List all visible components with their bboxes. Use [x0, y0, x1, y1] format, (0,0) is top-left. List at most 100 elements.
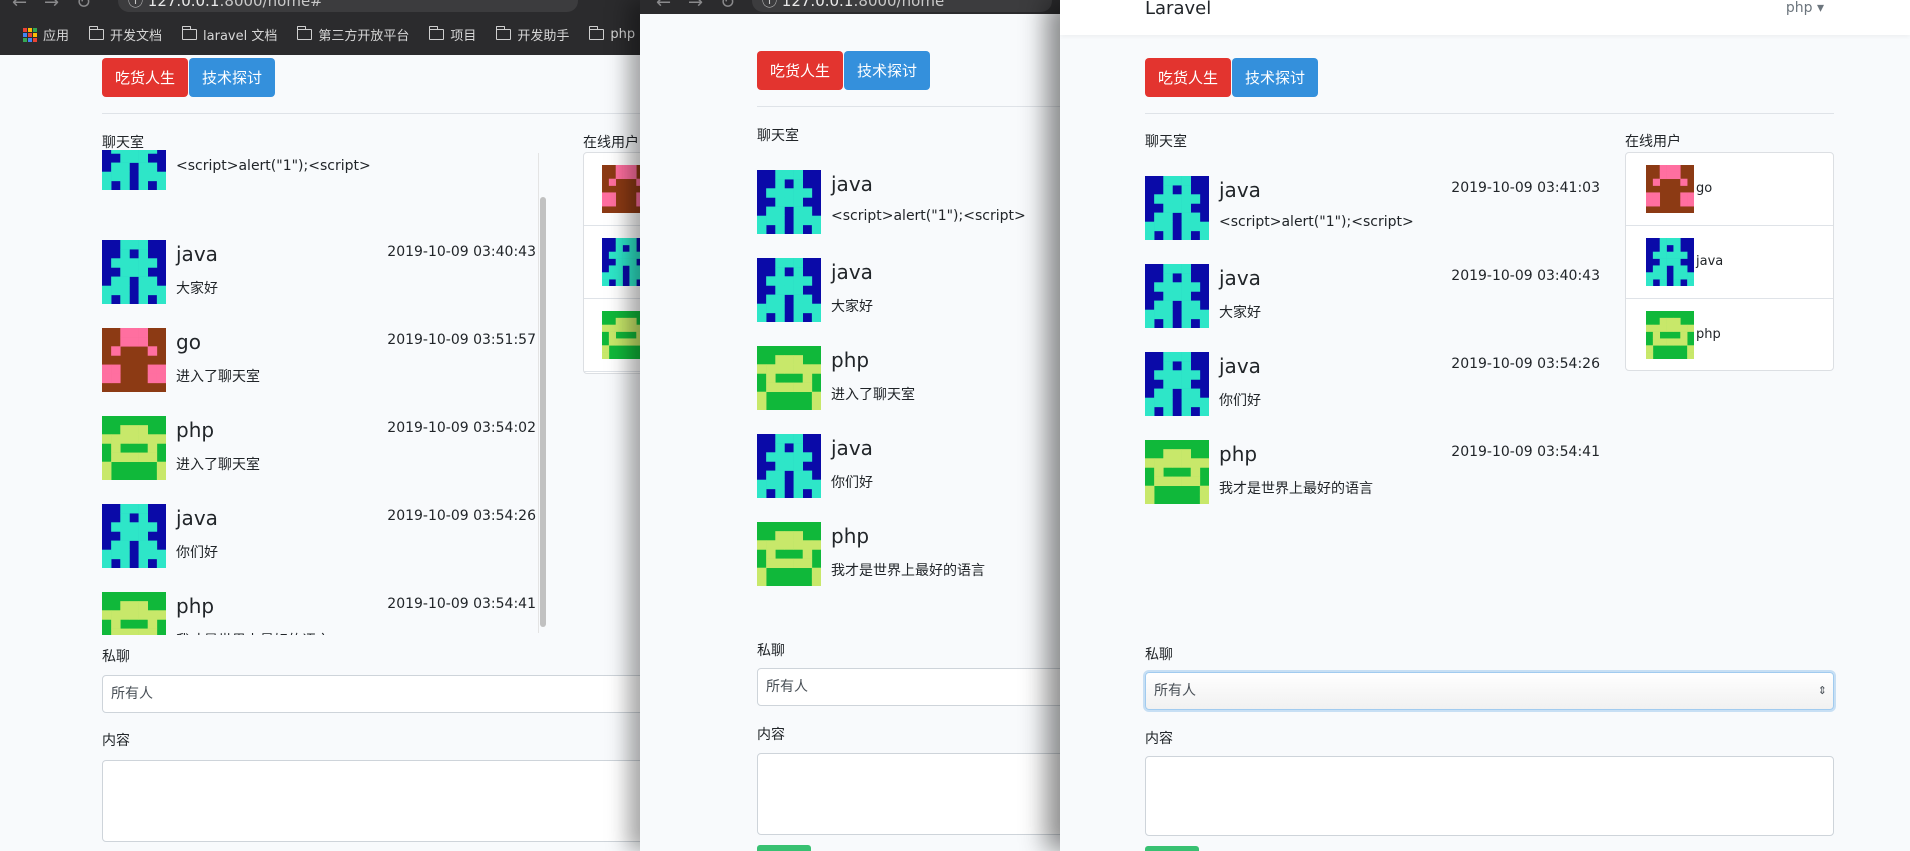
- message-timestamp: 2019-10-09 03:54:02: [387, 420, 536, 436]
- select-spinner-icon: ⇕: [1817, 684, 1827, 697]
- message-text: <script>alert("1");<script>: [1219, 214, 1414, 230]
- bookmark-label: 开发文档: [110, 29, 163, 44]
- bookmark-item[interactable]: 项目: [420, 14, 485, 55]
- online-user-name: php: [1696, 327, 1721, 342]
- message-text: 进入了聊天室: [831, 387, 915, 403]
- online-users-label: 在线用户: [583, 135, 639, 151]
- chat-message: php 我才是世界上最好的语言: [757, 522, 1057, 588]
- message-timestamp: 2019-10-09 03:41:03: [1451, 180, 1600, 196]
- url-path: :8000/home: [853, 0, 945, 10]
- private-chat-label: 私聊: [102, 649, 130, 665]
- bookmark-label: 应用: [43, 29, 70, 44]
- content-textarea[interactable]: [1145, 756, 1834, 836]
- bookmark-item[interactable]: php: [580, 14, 640, 55]
- url-host: 127.0.0.1: [147, 0, 220, 10]
- message-author: php: [831, 524, 870, 548]
- divider: [1145, 113, 1834, 114]
- online-user-item[interactable]: [584, 226, 640, 299]
- online-user-item[interactable]: php: [1626, 299, 1833, 370]
- send-button[interactable]: [757, 845, 811, 851]
- folder-icon: [588, 26, 605, 40]
- private-target-select[interactable]: 所有人 ⇕: [1145, 672, 1834, 710]
- user-avatar: [757, 434, 822, 499]
- content-textarea[interactable]: [757, 753, 1060, 835]
- message-text: 我才是世界上最好的语言: [831, 563, 985, 579]
- chatroom-label: 聊天室: [757, 128, 799, 144]
- online-users-box: go java php: [1625, 152, 1834, 371]
- content-label: 内容: [757, 727, 785, 743]
- site-info-icon[interactable]: ⓘ: [762, 0, 777, 10]
- reload-icon[interactable]: ↻: [76, 0, 91, 13]
- site-info-icon[interactable]: ⓘ: [128, 0, 143, 10]
- chat-message: java 2019-10-09 03:40:43 大家好: [1145, 264, 1600, 330]
- food-life-button[interactable]: 吃货人生: [102, 58, 189, 97]
- forward-arrow-icon[interactable]: →: [688, 0, 703, 13]
- bookmark-label: 开发助手: [517, 29, 570, 44]
- browser-window-right: Laravel php ▾ 吃货人生 技术探讨 聊天室 在线用户 java 201…: [1060, 0, 1910, 851]
- chat-message-list[interactable]: java <script>alert("1");<script> java 大家好 ph…: [757, 170, 1057, 590]
- message-timestamp: 2019-10-09 03:54:41: [387, 596, 536, 612]
- message-timestamp: 2019-10-09 03:54:41: [1451, 444, 1600, 460]
- chat-message: php 2019-10-09 03:54:41 我才是世界上最好的语言: [102, 592, 536, 635]
- chat-message-list[interactable]: <script>alert("1");<script> java 2019-10-0…: [102, 150, 536, 635]
- food-life-button[interactable]: 吃货人生: [1145, 58, 1232, 97]
- private-target-select[interactable]: 所有人: [102, 675, 640, 713]
- user-avatar: [102, 592, 167, 635]
- message-text: 大家好: [831, 299, 873, 315]
- message-text: 进入了聊天室: [176, 457, 260, 473]
- online-user-item[interactable]: [584, 299, 640, 372]
- bookmark-label: laravel 文档: [203, 29, 278, 44]
- online-user-item[interactable]: go: [1626, 153, 1833, 226]
- bookmark-item[interactable]: 开发助手: [487, 14, 578, 55]
- browser-window-middle: ← → ↻ ⓘ 127.0.0.1:8000/home 吃货人生 技术探讨 聊天…: [640, 0, 1060, 851]
- back-arrow-icon[interactable]: ←: [656, 0, 671, 13]
- divider: [102, 113, 640, 114]
- message-timestamp: 2019-10-09 03:40:43: [387, 244, 536, 260]
- bookmark-label: php: [610, 27, 636, 42]
- user-avatar: [602, 311, 640, 360]
- chat-scrollbar-thumb[interactable]: [540, 197, 546, 627]
- chevron-down-icon: ▾: [1816, 0, 1824, 16]
- online-user-item[interactable]: java: [1626, 226, 1833, 299]
- bookmark-item[interactable]: laravel 文档: [173, 14, 286, 55]
- top-navbar: Laravel php ▾: [1060, 0, 1910, 35]
- chat-message: php 2019-10-09 03:54:02 进入了聊天室: [102, 416, 536, 482]
- chat-message: java 大家好: [757, 258, 1057, 324]
- divider: [757, 106, 1060, 107]
- message-text: 大家好: [176, 281, 218, 297]
- message-author: php: [176, 418, 215, 442]
- folder-icon: [181, 26, 198, 40]
- tech-talk-button[interactable]: 技术探讨: [1232, 58, 1319, 97]
- url-path: :8000/home#: [219, 0, 323, 10]
- bookmark-label: 项目: [450, 29, 477, 44]
- tech-talk-button[interactable]: 技术探讨: [844, 51, 931, 90]
- content-textarea[interactable]: [102, 760, 640, 842]
- food-life-button[interactable]: 吃货人生: [757, 51, 844, 90]
- chat-scrollbar[interactable]: [538, 153, 546, 633]
- reload-icon[interactable]: ↻: [720, 0, 735, 13]
- content-label: 内容: [1145, 731, 1173, 747]
- bookmark-item[interactable]: 第三方开放平台: [288, 14, 418, 55]
- folder-icon: [88, 26, 105, 40]
- user-avatar: [102, 504, 167, 569]
- user-dropdown[interactable]: php ▾: [1786, 0, 1824, 16]
- bookmarks-bar: 应用 开发文档 laravel 文档 第三方开放平台 项目 开发助手 php: [0, 14, 640, 55]
- message-text: 你们好: [831, 475, 873, 491]
- back-arrow-icon[interactable]: ←: [12, 0, 27, 13]
- message-author: java: [831, 436, 873, 460]
- forward-arrow-icon[interactable]: →: [44, 0, 59, 13]
- send-button[interactable]: [1145, 846, 1199, 851]
- online-user-name: java: [1696, 254, 1724, 269]
- chat-message-list[interactable]: java 2019-10-09 03:41:03 <script>alert("1"…: [1145, 176, 1600, 516]
- brand-logo-text[interactable]: Laravel: [1145, 0, 1211, 19]
- address-bar[interactable]: ⓘ 127.0.0.1:8000/home: [752, 0, 1052, 12]
- user-avatar: [1145, 352, 1210, 417]
- private-target-select[interactable]: 所有人: [757, 668, 1060, 706]
- chat-message: php 进入了聊天室: [757, 346, 1057, 412]
- online-user-item[interactable]: [584, 153, 640, 226]
- address-bar[interactable]: ⓘ 127.0.0.1:8000/home#: [118, 0, 578, 12]
- bookmark-item[interactable]: 应用: [14, 14, 78, 55]
- message-author: java: [176, 242, 218, 266]
- tech-talk-button[interactable]: 技术探讨: [189, 58, 276, 97]
- bookmark-item[interactable]: 开发文档: [80, 14, 171, 55]
